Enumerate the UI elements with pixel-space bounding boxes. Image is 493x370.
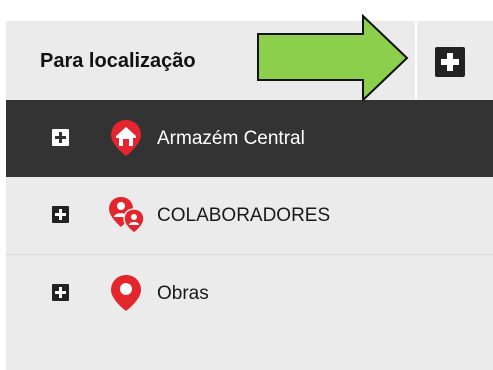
- tree-item-label: Obras: [157, 283, 209, 304]
- location-panel: Para localização Armazém Central COLABOR…: [6, 21, 493, 370]
- people-pin-icon: [109, 197, 145, 234]
- expand-plus-icon[interactable]: [52, 206, 69, 223]
- tree-item-colaboradores[interactable]: COLABORADORES: [6, 177, 493, 254]
- annotation-arrow-icon: [257, 14, 409, 103]
- tree-item-label: COLABORADORES: [157, 205, 331, 226]
- header-divider: [415, 21, 417, 100]
- expand-plus-icon[interactable]: [52, 284, 69, 301]
- tree-item-label: Armazém Central: [157, 128, 305, 149]
- tree-item-obras[interactable]: Obras: [6, 255, 493, 332]
- panel-title: Para localização: [40, 50, 196, 72]
- location-pin-icon: [111, 275, 141, 311]
- panel-header: Para localização: [6, 21, 493, 100]
- expand-plus-icon[interactable]: [52, 129, 69, 146]
- add-location-button[interactable]: [435, 47, 465, 77]
- tree-item-armazem-central[interactable]: Armazém Central: [6, 100, 493, 177]
- warehouse-pin-icon: [111, 120, 141, 156]
